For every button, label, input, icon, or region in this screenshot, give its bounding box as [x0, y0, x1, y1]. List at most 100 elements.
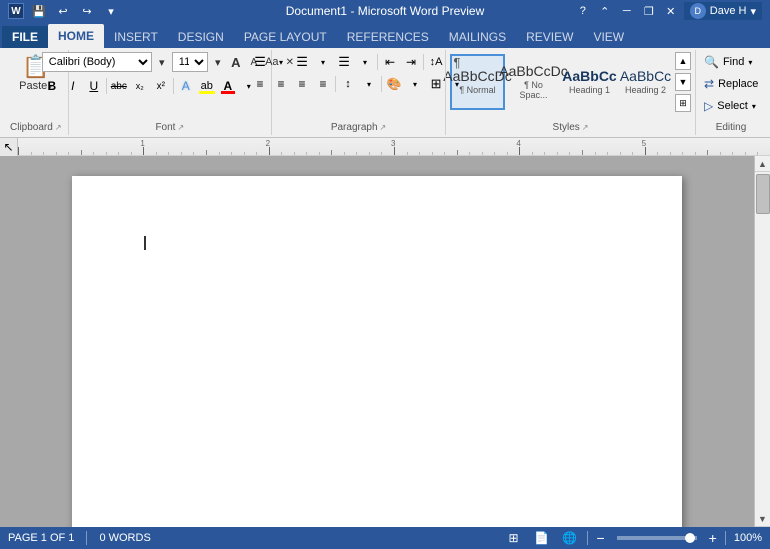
multilevel-btn[interactable]: ☰: [334, 52, 354, 72]
find-dropdown-icon[interactable]: ▾: [748, 58, 752, 67]
zoom-slider[interactable]: [617, 536, 697, 540]
quick-undo-btn[interactable]: ↩: [54, 2, 72, 20]
para-row2: ≡ ≡ ≡ ≡ ↕ ▾ 🎨 ▾ ⊞ ▾: [250, 74, 467, 94]
title-bar-title: Document1 - Microsoft Word Preview: [286, 4, 485, 18]
restore-btn[interactable]: ❐: [640, 2, 658, 20]
main-area: ▲ ▼: [0, 156, 770, 527]
zoom-level: 100%: [734, 532, 762, 544]
strikethrough-btn[interactable]: abc: [109, 76, 129, 96]
superscript-btn[interactable]: x²: [151, 76, 171, 96]
line-spacing-btn[interactable]: ↕: [338, 74, 358, 94]
subscript-btn[interactable]: x₂: [130, 76, 150, 96]
font-group: Calibri (Body) ▾ 11 ▾ A A Aa ✕ B I U abc…: [69, 50, 273, 135]
font-color-bar: [221, 91, 235, 94]
zoom-thumb[interactable]: [685, 533, 695, 543]
style-heading2-preview: AaBbCc: [620, 69, 671, 83]
borders-dropdown[interactable]: ▾: [447, 74, 467, 94]
shading-btn[interactable]: 🎨: [384, 74, 404, 94]
scroll-track[interactable]: [755, 172, 770, 511]
highlight-btn[interactable]: ab: [197, 76, 217, 96]
font-size-expand-btn[interactable]: ▾: [210, 53, 226, 71]
bullets-btn[interactable]: ☰: [250, 52, 270, 72]
print-layout-btn[interactable]: ⊞: [503, 529, 523, 547]
para-row1: ☰ ▾ ☰ ▾ ☰ ▾ ⇤ ⇥ ↕A ¶: [250, 52, 467, 72]
styles-scroll-up-btn[interactable]: ▲: [675, 52, 691, 70]
align-left-btn[interactable]: ≡: [250, 74, 270, 94]
bold-btn[interactable]: B: [42, 76, 62, 96]
minimize-btn[interactable]: ─: [618, 2, 636, 20]
tab-file[interactable]: FILE: [2, 26, 48, 48]
status-bar-right: ⊞ 📄 🌐 − + 100%: [503, 529, 762, 547]
quick-customize-btn[interactable]: ▾: [102, 2, 120, 20]
align-right-btn[interactable]: ≡: [292, 74, 312, 94]
font-expand-btn[interactable]: ▾: [154, 53, 170, 71]
italic-btn[interactable]: I: [63, 76, 83, 96]
select-dropdown-icon[interactable]: ▾: [752, 102, 756, 111]
vertical-scrollbar[interactable]: ▲ ▼: [754, 156, 770, 527]
styles-more-btn[interactable]: ⊞: [675, 94, 691, 112]
ruler-corner[interactable]: ↖: [0, 138, 18, 156]
paragraph-content: ☰ ▾ ☰ ▾ ☰ ▾ ⇤ ⇥ ↕A ¶ ≡ ≡ ≡ ≡ ↕ ▾: [250, 52, 467, 120]
show-marks-btn[interactable]: ¶: [447, 52, 467, 72]
justify-btn[interactable]: ≡: [313, 74, 333, 94]
tab-view[interactable]: VIEW: [583, 26, 634, 48]
font-family-select[interactable]: Calibri (Body): [42, 52, 152, 72]
tab-page-layout[interactable]: PAGE LAYOUT: [234, 26, 337, 48]
shading-dropdown[interactable]: ▾: [405, 74, 425, 94]
tab-references[interactable]: REFERENCES: [337, 26, 439, 48]
styles-scroll-down-btn[interactable]: ▼: [675, 73, 691, 91]
ribbon: 📋 Paste ▾ Clipboard ↗ Calibri (Body) ▾ 1…: [0, 48, 770, 138]
numbering-btn[interactable]: ☰: [292, 52, 312, 72]
style-no-spacing[interactable]: AaBbCcDc ¶ No Spac...: [506, 54, 561, 110]
horizontal-ruler: 12345: [18, 138, 770, 155]
bullets-dropdown[interactable]: ▾: [271, 52, 291, 72]
quick-save-btn[interactable]: 💾: [30, 2, 48, 20]
clipboard-expand-icon[interactable]: ↗: [55, 123, 62, 132]
close-btn[interactable]: ✕: [662, 2, 680, 20]
find-btn[interactable]: 🔍 Find ▾: [700, 52, 756, 72]
underline-btn[interactable]: U: [84, 76, 104, 96]
numbering-dropdown[interactable]: ▾: [313, 52, 333, 72]
tab-insert[interactable]: INSERT: [104, 26, 168, 48]
select-btn[interactable]: ▷ Select ▾: [700, 96, 760, 116]
line-spacing-dropdown[interactable]: ▾: [359, 74, 379, 94]
ribbon-collapse-btn[interactable]: ⌃: [596, 2, 614, 20]
borders-btn[interactable]: ⊞: [426, 74, 446, 94]
document-container[interactable]: [0, 156, 754, 527]
user-area[interactable]: D Dave H ▾: [684, 2, 762, 20]
style-heading1[interactable]: AaBbCc Heading 1: [562, 54, 617, 110]
style-heading1-label: Heading 1: [569, 85, 610, 95]
tab-review[interactable]: REVIEW: [516, 26, 583, 48]
para-divider4: [381, 76, 382, 92]
align-center-btn[interactable]: ≡: [271, 74, 291, 94]
scroll-up-btn[interactable]: ▲: [755, 156, 770, 172]
text-effects-btn[interactable]: A: [176, 76, 196, 96]
multilevel-dropdown[interactable]: ▾: [355, 52, 375, 72]
styles-expand-icon[interactable]: ↗: [582, 123, 589, 132]
style-heading2[interactable]: AaBbCc Heading 2: [618, 54, 673, 110]
scroll-thumb[interactable]: [756, 174, 770, 214]
zoom-plus-btn[interactable]: +: [709, 531, 717, 545]
paragraph-group: ☰ ▾ ☰ ▾ ☰ ▾ ⇤ ⇥ ↕A ¶ ≡ ≡ ≡ ≡ ↕ ▾: [272, 50, 446, 135]
sort-btn[interactable]: ↕A: [426, 52, 446, 72]
decrease-indent-btn[interactable]: ⇤: [380, 52, 400, 72]
style-heading2-label: Heading 2: [625, 85, 666, 95]
font-grow-btn[interactable]: A: [228, 53, 244, 71]
replace-btn[interactable]: ⇄ Replace: [700, 74, 762, 94]
increase-indent-btn[interactable]: ⇥: [401, 52, 421, 72]
full-reading-btn[interactable]: 📄: [531, 529, 551, 547]
paragraph-expand-icon[interactable]: ↗: [380, 123, 387, 132]
zoom-minus-btn[interactable]: −: [596, 531, 604, 545]
help-btn[interactable]: ?: [574, 2, 592, 20]
scroll-down-btn[interactable]: ▼: [755, 511, 770, 527]
status-divider2: [587, 531, 588, 545]
tab-home[interactable]: HOME: [48, 24, 104, 48]
document-page[interactable]: [72, 176, 682, 527]
web-layout-btn[interactable]: 🌐: [559, 529, 579, 547]
quick-redo-btn[interactable]: ↪: [78, 2, 96, 20]
tab-design[interactable]: DESIGN: [168, 26, 234, 48]
font-color-btn[interactable]: A: [218, 76, 238, 96]
font-expand-icon[interactable]: ↗: [177, 123, 184, 132]
tab-mailings[interactable]: MAILINGS: [439, 26, 516, 48]
font-size-select[interactable]: 11: [172, 52, 208, 72]
